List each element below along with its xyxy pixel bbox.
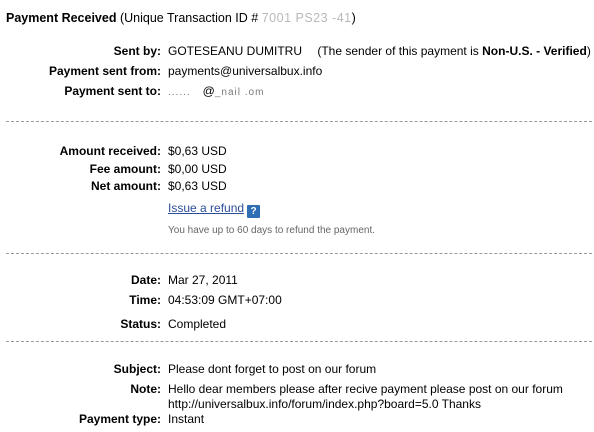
- sender-status-value: Non-U.S. - Verified: [482, 44, 587, 58]
- fee-amount-label: Fee amount:: [89, 162, 161, 176]
- fee-amount-value: $0,00 USD: [168, 162, 227, 176]
- section-divider: [6, 341, 592, 342]
- refund-note: You have up to 60 days to refund the pay…: [168, 225, 376, 236]
- refund-row: Issue a refund?: [168, 201, 261, 218]
- note-label: Note:: [130, 382, 161, 396]
- recipient-email-obscured-local: ......: [168, 87, 191, 98]
- net-amount-value: $0,63 USD: [168, 179, 227, 193]
- section-divider: [6, 121, 592, 122]
- payment-type-label: Payment type:: [78, 412, 161, 426]
- sender-name: GOTESEANU DUMITRU: [168, 44, 303, 58]
- status-label: Status:: [120, 317, 161, 331]
- subject-value: Please dont forget to post on our forum: [168, 362, 377, 376]
- date-label: Date:: [130, 273, 161, 287]
- payment-sent-from-label: Payment sent from:: [48, 64, 161, 78]
- amount-received-value: $0,63 USD: [168, 144, 227, 158]
- date-value: Mar 27, 2011: [168, 273, 238, 287]
- recipient-email-at: @: [202, 84, 215, 98]
- payment-sent-to-email: ...... @_nail .om: [168, 84, 264, 98]
- note-line-2: http://universalbux.info/forum/index.php…: [168, 397, 481, 411]
- payment-sent-to-label: Payment sent to:: [64, 84, 161, 98]
- page-title: Payment Received (Unique Transaction ID …: [6, 11, 356, 25]
- net-amount-label: Net amount:: [91, 179, 161, 193]
- payment-sent-from-email: payments@universalbux.info: [168, 64, 323, 78]
- payment-type-value: Instant: [168, 412, 205, 426]
- sender-status-prefix: (The sender of this payment is: [317, 44, 479, 58]
- question-mark-icon[interactable]: ?: [247, 205, 261, 218]
- status-value: Completed: [168, 317, 227, 331]
- section-divider: [6, 253, 592, 254]
- amount-received-label: Amount received:: [59, 144, 161, 158]
- recipient-email-obscured-domain: _nail .om: [214, 87, 265, 98]
- sender-status-suffix: ): [586, 44, 591, 58]
- subject-label: Subject:: [113, 362, 161, 376]
- note-line-1: Hello dear members please after recive p…: [168, 382, 563, 396]
- sent-by-label: Sent by:: [113, 44, 161, 58]
- sent-by-value: GOTESEANU DUMITRU (The sender of this pa…: [168, 44, 591, 58]
- issue-refund-link[interactable]: Issue a refund: [168, 201, 244, 215]
- time-label: Time:: [129, 293, 161, 307]
- transaction-id-obscured: 7001 PS23 -41: [261, 11, 352, 25]
- payment-received-title: Payment Received: [6, 11, 117, 25]
- transaction-id-prefix: (Unique Transaction ID #: [119, 11, 259, 25]
- time-value: 04:53:09 GMT+07:00: [168, 293, 282, 307]
- transaction-id-suffix: ): [351, 11, 356, 25]
